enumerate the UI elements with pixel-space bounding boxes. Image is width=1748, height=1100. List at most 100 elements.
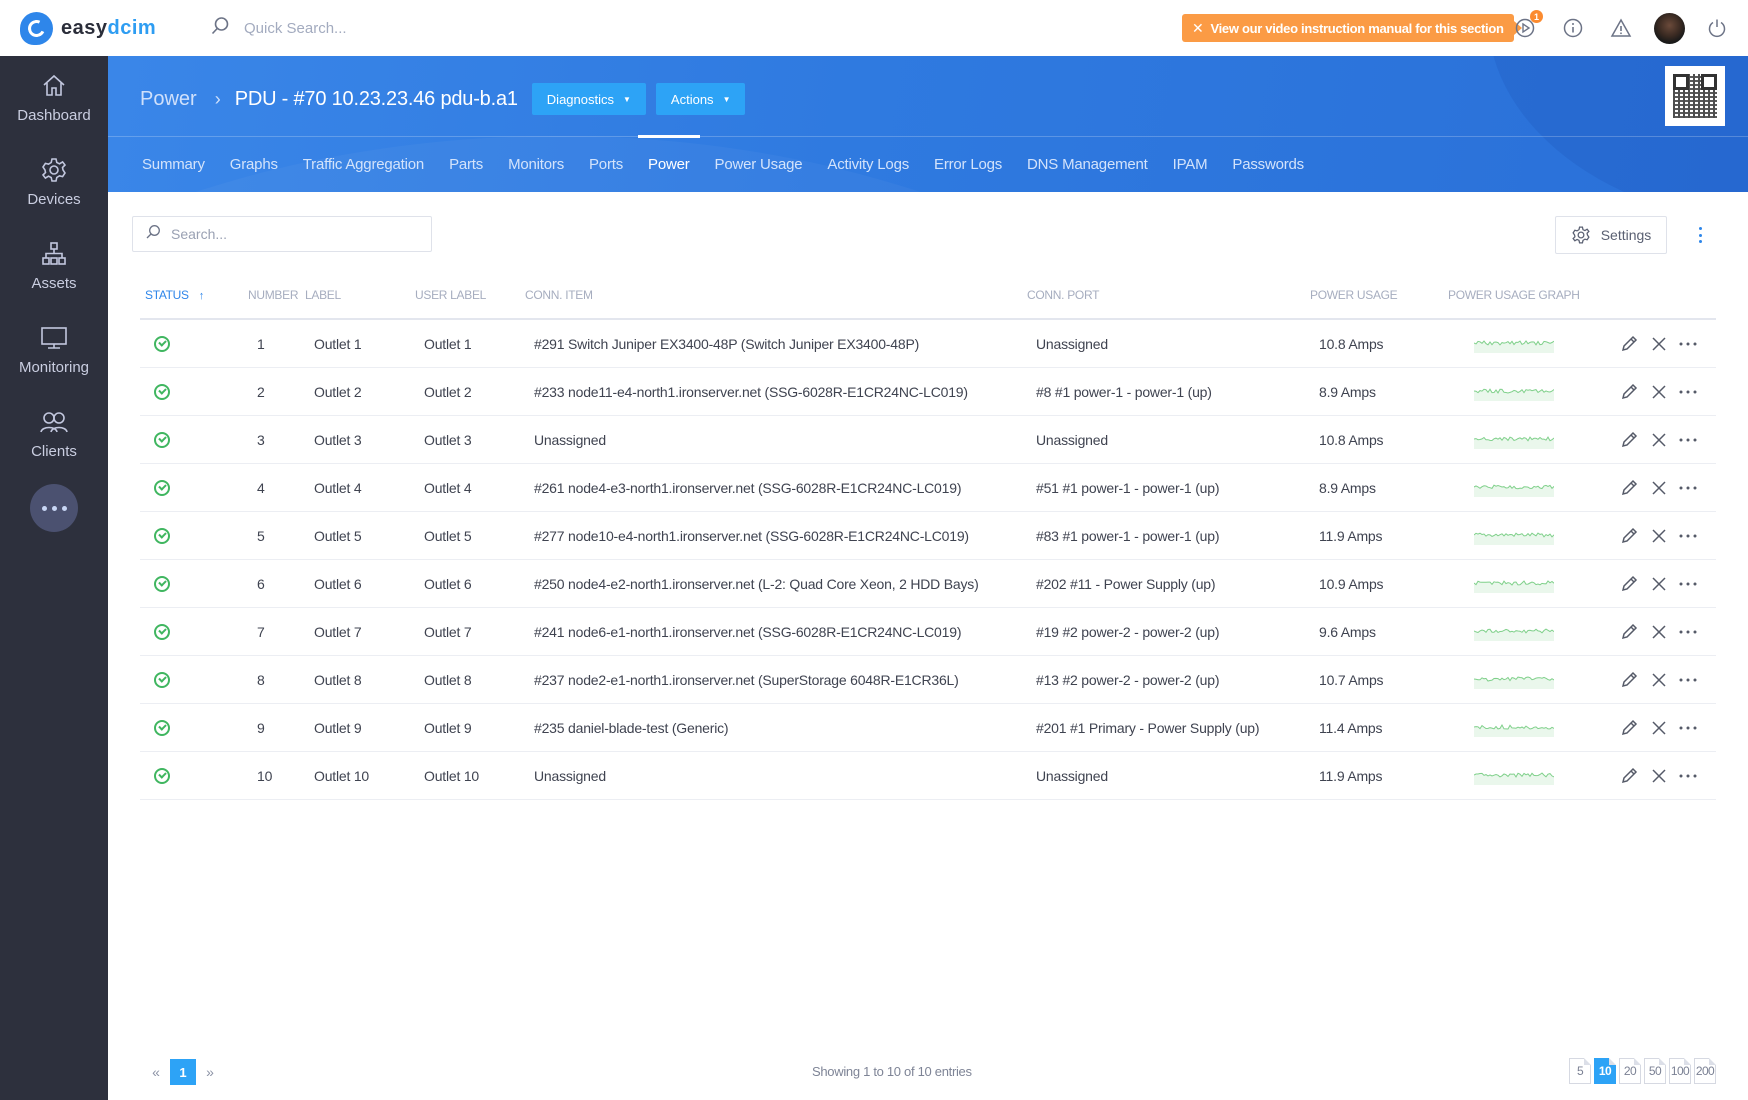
- more-icon[interactable]: [1676, 416, 1700, 464]
- close-icon[interactable]: ✕: [1192, 20, 1204, 37]
- conn-item-cell[interactable]: #261 node4-e3-north1.ironserver.net (SSG…: [534, 464, 961, 512]
- quick-search[interactable]: [210, 16, 464, 41]
- conn-item-cell[interactable]: #250 node4-e2-north1.ironserver.net (L-2…: [534, 560, 979, 608]
- column-header-power-usage[interactable]: Power Usage: [1310, 288, 1398, 302]
- delete-icon[interactable]: [1647, 320, 1671, 368]
- conn-port-cell[interactable]: #51 #1 power-1 - power-1 (up): [1036, 464, 1219, 512]
- column-header-number[interactable]: Number: [248, 288, 299, 302]
- table-row[interactable]: 4 Outlet 4 Outlet 4 #261 node4-e3-north1.ir…: [140, 464, 1716, 512]
- table-row[interactable]: 6 Outlet 6 Outlet 6 #250 node4-e2-north1.ir…: [140, 560, 1716, 608]
- power-usage-graph-cell[interactable]: [1474, 752, 1554, 800]
- conn-item-cell[interactable]: #237 node2-e1-north1.ironserver.net (Sup…: [534, 656, 959, 704]
- search-input[interactable]: [171, 226, 411, 242]
- page-size-option[interactable]: 10: [1594, 1058, 1616, 1084]
- sidebar-item-clients[interactable]: Clients: [0, 392, 108, 476]
- sidebar-item-devices[interactable]: Devices: [0, 140, 108, 224]
- delete-icon[interactable]: [1647, 560, 1671, 608]
- tab-power-usage[interactable]: Power Usage: [715, 137, 803, 192]
- conn-port-cell[interactable]: Unassigned: [1036, 320, 1108, 368]
- page-size-option[interactable]: 20: [1619, 1058, 1641, 1084]
- conn-item-cell[interactable]: #277 node10-e4-north1.ironserver.net (SS…: [534, 512, 969, 560]
- more-icon[interactable]: [1676, 752, 1700, 800]
- delete-icon[interactable]: [1647, 704, 1671, 752]
- breadcrumb-parent[interactable]: Power: [140, 88, 197, 111]
- warning-icon[interactable]: [1607, 14, 1635, 42]
- power-usage-graph-cell[interactable]: [1474, 368, 1554, 416]
- table-row[interactable]: 9 Outlet 9 Outlet 9 #235 daniel-blade-test …: [140, 704, 1716, 752]
- previous-page-icon[interactable]: «: [148, 1064, 164, 1080]
- tab-activity-logs[interactable]: Activity Logs: [827, 137, 909, 192]
- edit-icon[interactable]: [1617, 656, 1641, 704]
- more-options-button[interactable]: [1696, 224, 1704, 246]
- conn-item-cell[interactable]: Unassigned: [534, 752, 606, 800]
- conn-port-cell[interactable]: #83 #1 power-1 - power-1 (up): [1036, 512, 1219, 560]
- video-manual-banner[interactable]: ✕ View our video instruction manual for …: [1182, 14, 1522, 42]
- tab-graphs[interactable]: Graphs: [230, 137, 278, 192]
- quick-search-input[interactable]: [244, 20, 464, 37]
- conn-port-cell[interactable]: #202 #11 - Power Supply (up): [1036, 560, 1216, 608]
- column-header-label[interactable]: Label: [305, 288, 341, 302]
- edit-icon[interactable]: [1617, 560, 1641, 608]
- app-logo[interactable]: easydcim: [20, 12, 156, 45]
- column-header-user-label[interactable]: User Label: [415, 288, 486, 302]
- more-icon[interactable]: [1676, 656, 1700, 704]
- edit-icon[interactable]: [1617, 464, 1641, 512]
- tab-monitors[interactable]: Monitors: [508, 137, 564, 192]
- page-size-option[interactable]: 200: [1694, 1058, 1716, 1084]
- qr-code[interactable]: [1665, 66, 1725, 126]
- tab-summary[interactable]: Summary: [142, 137, 205, 192]
- more-icon[interactable]: [1676, 704, 1700, 752]
- power-usage-graph-cell[interactable]: [1474, 656, 1554, 704]
- conn-item-cell[interactable]: #235 daniel-blade-test (Generic): [534, 704, 729, 752]
- page-size-option[interactable]: 100: [1669, 1058, 1691, 1084]
- conn-port-cell[interactable]: #8 #1 power-1 - power-1 (up): [1036, 368, 1212, 416]
- next-page-icon[interactable]: »: [202, 1064, 218, 1080]
- table-row[interactable]: 3 Outlet 3 Outlet 3 Unassigned Unassigned 10.…: [140, 416, 1716, 464]
- conn-port-cell[interactable]: #13 #2 power-2 - power-2 (up): [1036, 656, 1219, 704]
- info-icon[interactable]: [1559, 14, 1587, 42]
- power-usage-graph-cell[interactable]: [1474, 416, 1554, 464]
- tab-power[interactable]: Power: [638, 135, 699, 192]
- tab-traffic-aggregation[interactable]: Traffic Aggregation: [303, 137, 424, 192]
- edit-icon[interactable]: [1617, 752, 1641, 800]
- edit-icon[interactable]: [1617, 512, 1641, 560]
- conn-port-cell[interactable]: #201 #1 Primary - Power Supply (up): [1036, 704, 1260, 752]
- more-icon[interactable]: [1676, 464, 1700, 512]
- sidebar-more-button[interactable]: [30, 484, 78, 532]
- conn-item-cell[interactable]: Unassigned: [534, 416, 606, 464]
- settings-button[interactable]: Settings: [1555, 216, 1667, 254]
- delete-icon[interactable]: [1647, 656, 1671, 704]
- conn-port-cell[interactable]: Unassigned: [1036, 416, 1108, 464]
- edit-icon[interactable]: [1617, 416, 1641, 464]
- power-usage-graph-cell[interactable]: [1474, 704, 1554, 752]
- tab-ipam[interactable]: IPAM: [1173, 137, 1208, 192]
- delete-icon[interactable]: [1647, 416, 1671, 464]
- table-row[interactable]: 7 Outlet 7 Outlet 7 #241 node6-e1-north1.ir…: [140, 608, 1716, 656]
- table-row[interactable]: 2 Outlet 2 Outlet 2 #233 node11-e4-north1.i…: [140, 368, 1716, 416]
- conn-port-cell[interactable]: Unassigned: [1036, 752, 1108, 800]
- delete-icon[interactable]: [1647, 608, 1671, 656]
- table-row[interactable]: 8 Outlet 8 Outlet 8 #237 node2-e1-north1.ir…: [140, 656, 1716, 704]
- sidebar-item-dashboard[interactable]: Dashboard: [0, 56, 108, 140]
- tab-dns-management[interactable]: DNS Management: [1027, 137, 1148, 192]
- page-size-option[interactable]: 5: [1569, 1058, 1591, 1084]
- column-header-status[interactable]: Status ↑: [145, 288, 204, 302]
- table-row[interactable]: 5 Outlet 5 Outlet 5 #277 node10-e4-north1.i…: [140, 512, 1716, 560]
- column-header-conn-port[interactable]: Conn. Port: [1027, 288, 1099, 302]
- table-row[interactable]: 1 Outlet 1 Outlet 1 #291 Switch Juniper EX3…: [140, 320, 1716, 368]
- edit-icon[interactable]: [1617, 320, 1641, 368]
- delete-icon[interactable]: [1647, 464, 1671, 512]
- column-header-conn-item[interactable]: Conn. Item: [525, 288, 593, 302]
- power-icon[interactable]: [1703, 14, 1731, 42]
- edit-icon[interactable]: [1617, 608, 1641, 656]
- conn-port-cell[interactable]: #19 #2 power-2 - power-2 (up): [1036, 608, 1219, 656]
- sidebar-item-assets[interactable]: Assets: [0, 224, 108, 308]
- tab-ports[interactable]: Ports: [589, 137, 623, 192]
- actions-button[interactable]: Actions ▼: [655, 83, 746, 115]
- power-usage-graph-cell[interactable]: [1474, 608, 1554, 656]
- tab-passwords[interactable]: Passwords: [1232, 137, 1304, 192]
- column-header-power-usage-graph[interactable]: Power Usage Graph: [1448, 288, 1580, 302]
- page-size-option[interactable]: 50: [1644, 1058, 1666, 1084]
- power-usage-graph-cell[interactable]: [1474, 560, 1554, 608]
- sidebar-item-monitoring[interactable]: Monitoring: [0, 308, 108, 392]
